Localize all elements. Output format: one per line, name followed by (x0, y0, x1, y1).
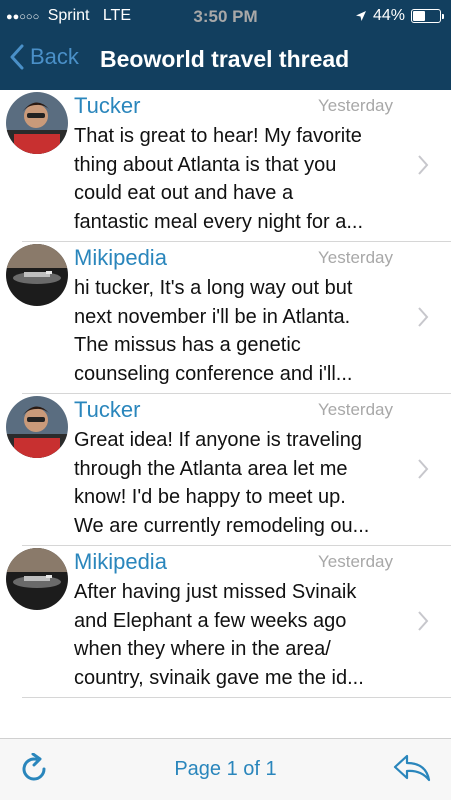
post-time: Yesterday (318, 248, 393, 267)
preview-line: thing about Atlanta is that you (74, 153, 337, 176)
back-label: Back (30, 44, 79, 69)
chevron-right-icon (418, 155, 429, 175)
chevron-right-icon (418, 307, 429, 327)
post-row[interactable]: Tucker Yesterday That is great to hear! … (0, 90, 451, 242)
preview-line: and Elephant a few weeks ago (74, 609, 347, 632)
page-title: Beoworld travel thread (100, 46, 350, 72)
battery-percent: 44% (372, 7, 405, 24)
post-list: Tucker Yesterday That is great to hear! … (0, 90, 451, 738)
post-preview: That is great to hear! My favorite thing… (74, 122, 404, 236)
status-bar: ●●○○○ Sprint LTE 3:50 PM 44% (0, 0, 451, 32)
post-preview: hi tucker, It's a long way out but next … (74, 274, 404, 388)
preview-line: when they where in the area/ (74, 638, 331, 660)
page-indicator: Page 1 of 1 (174, 758, 277, 780)
avatar (6, 92, 68, 154)
post-time: Yesterday (318, 552, 393, 571)
user-photo-icon (6, 548, 68, 610)
preview-line: hi tucker, It's a long way out but (74, 277, 353, 299)
post-author[interactable]: Mikipedia (74, 245, 167, 271)
post-author[interactable]: Mikipedia (74, 549, 167, 575)
post-author[interactable]: Tucker (74, 397, 140, 423)
post-time: Yesterday (318, 96, 393, 115)
user-photo-icon (6, 244, 68, 306)
preview-line: After having just missed Svinaik (74, 581, 357, 603)
preview-line: through the Atlanta area let me (74, 457, 348, 480)
post-author[interactable]: Tucker (74, 93, 140, 119)
status-right: 44% (355, 7, 444, 25)
preview-line: That is great to hear! My favorite (74, 125, 362, 147)
reply-button[interactable] (393, 753, 431, 788)
bottom-toolbar: Page 1 of 1 (0, 738, 451, 800)
preview-line: next november i'll be in Atlanta. (74, 305, 351, 328)
top-bar: ●●○○○ Sprint LTE 3:50 PM 44% Back Beowor… (0, 0, 451, 90)
avatar (6, 244, 68, 306)
post-preview: After having just missed Svinaik and Ele… (74, 578, 404, 692)
battery-fill (413, 11, 426, 21)
battery-icon (411, 9, 444, 23)
chevron-right-icon (418, 611, 429, 631)
post-row[interactable]: Mikipedia Yesterday hi tucker, It's a lo… (0, 242, 451, 394)
preview-line: fantastic meal every night for a... (74, 210, 364, 233)
user-photo-icon (6, 92, 68, 154)
user-photo-icon (6, 396, 68, 458)
preview-line: counseling conference and i'll... (74, 362, 353, 385)
preview-line: know! I'd be happy to meet up. (74, 486, 346, 508)
avatar (6, 548, 68, 610)
post-row[interactable]: Tucker Yesterday Great idea! If anyone i… (0, 394, 451, 546)
navigation-bar: Back Beoworld travel thread (0, 38, 451, 82)
preview-line: country, svinaik gave me the id... (74, 666, 364, 689)
location-arrow-icon (355, 11, 366, 21)
chevron-right-icon (418, 459, 429, 479)
preview-line: Great idea! If anyone is traveling (74, 429, 362, 451)
preview-line: could eat out and have a (74, 182, 294, 204)
chevron-left-icon (10, 44, 24, 70)
avatar (6, 396, 68, 458)
back-button[interactable]: Back (10, 44, 79, 70)
post-time: Yesterday (318, 400, 393, 419)
post-row[interactable]: Mikipedia Yesterday After having just mi… (0, 546, 451, 698)
divider (22, 697, 451, 698)
preview-line: The missus has a genetic (74, 334, 301, 356)
reply-icon (393, 754, 431, 782)
post-preview: Great idea! If anyone is traveling throu… (74, 426, 404, 540)
preview-line: We are currently remodeling ou... (74, 514, 370, 537)
